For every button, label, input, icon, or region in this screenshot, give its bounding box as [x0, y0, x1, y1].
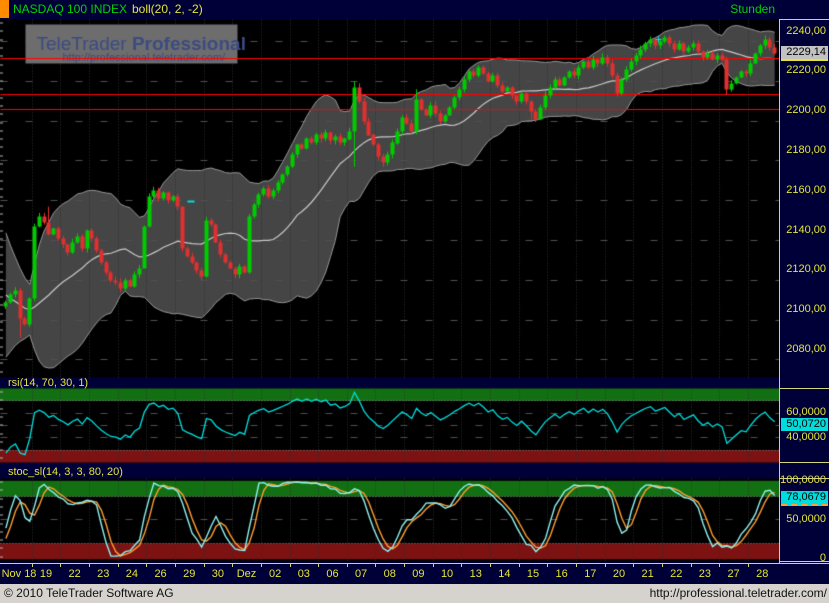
time-axis-tick	[318, 564, 319, 567]
study-label: boll(20, 2, -2)	[132, 2, 203, 16]
time-axis-tick	[118, 564, 119, 567]
time-axis-tick	[404, 564, 405, 567]
time-axis-tick	[375, 564, 376, 567]
symbol-name: NASDAQ 100 INDEX	[13, 2, 127, 16]
price-axis-label: 2100,00	[786, 303, 826, 316]
status-bar: © 2010 TeleTrader Software AG http://pro…	[0, 584, 829, 603]
time-axis-tick	[32, 564, 33, 567]
copyright-text: © 2010 TeleTrader Software AG	[4, 586, 174, 600]
status-url-text: http://professional.teletrader.com/	[650, 586, 827, 600]
time-axis-label: 26	[154, 568, 166, 580]
stoch-axis-label: 100,0000	[780, 474, 826, 487]
time-axis-label: 16	[556, 568, 568, 580]
rsi-axis-label: 60,0000	[786, 406, 826, 419]
price-axis-label: 2180,00	[786, 144, 826, 157]
time-axis-tick	[576, 564, 577, 567]
time-axis-label: 29	[183, 568, 195, 580]
last-price-label: 2229,14	[781, 46, 828, 61]
time-axis-label: 15	[527, 568, 539, 580]
price-axis-label: 2200,00	[786, 104, 826, 117]
price-axis-label: 2140,00	[786, 224, 826, 237]
instrument-icon	[0, 0, 9, 18]
stoch-value-label: 78,0679	[781, 491, 828, 506]
price-axis-label: 2080,00	[786, 343, 826, 356]
time-axis-label: 20	[613, 568, 625, 580]
time-axis-label: Nov 18	[2, 568, 37, 580]
chart-canvas[interactable]	[0, 19, 779, 563]
time-axis-tick	[89, 564, 90, 567]
time-axis-label: 17	[584, 568, 596, 580]
time-axis-tick	[175, 564, 176, 567]
time-axis-label: 27	[727, 568, 739, 580]
time-axis-label: 14	[498, 568, 510, 580]
time-axis-tick	[146, 564, 147, 567]
time-axis-tick	[204, 564, 205, 567]
time-axis-label: 19	[40, 568, 52, 580]
rsi-value-label: 50,0720	[781, 418, 828, 431]
time-axis-tick	[60, 564, 61, 567]
time-axis-tick	[290, 564, 291, 567]
time-axis-tick	[519, 564, 520, 567]
time-axis-label: 28	[756, 568, 768, 580]
axis-pane-separator	[780, 478, 829, 479]
price-axis-label: 2240,00	[786, 25, 826, 38]
axis-pane-separator	[780, 462, 829, 463]
teletrader-window: NASDAQ 100 INDEX boll(20, 2, -2) Stunden…	[0, 0, 829, 603]
rsi-axis-label: 40,0000	[786, 431, 826, 444]
price-axis-label: 2160,00	[786, 184, 826, 197]
axis-pane-separator	[780, 19, 829, 20]
time-axis-label: 07	[355, 568, 367, 580]
time-axis-label: 23	[97, 568, 109, 580]
timeframe-label: Stunden	[730, 2, 775, 16]
time-axis-tick	[605, 564, 606, 567]
time-axis-tick	[662, 564, 663, 567]
value-axis[interactable]: 2229,14 50,0720 78,0679 2240,00 2220,00 22…	[779, 19, 829, 563]
time-axis[interactable]: Nov 1819 22 23 24 26 29 30 Dez 02 03 06 07 08 09 10 13 1…	[0, 563, 829, 584]
time-axis-tick	[461, 564, 462, 567]
time-axis-label: 23	[699, 568, 711, 580]
stoch-panel-header: stoc_sl(14, 3, 3, 80, 20)	[0, 466, 779, 478]
time-axis-tick	[633, 564, 634, 567]
time-axis-label: 09	[412, 568, 424, 580]
time-axis-label: 08	[384, 568, 396, 580]
time-axis-tick	[347, 564, 348, 567]
time-axis-label: 24	[126, 568, 138, 580]
time-axis-label: 30	[212, 568, 224, 580]
time-axis-tick	[232, 564, 233, 567]
time-axis-tick	[719, 564, 720, 567]
axis-pane-separator	[780, 561, 829, 562]
time-axis-label: 10	[441, 568, 453, 580]
time-axis-tick	[433, 564, 434, 567]
time-axis-label: 22	[69, 568, 81, 580]
time-axis-tick	[261, 564, 262, 567]
stoch-axis-label: 50,0000	[786, 513, 826, 526]
axis-pane-separator	[780, 388, 829, 389]
time-axis-label: 13	[470, 568, 482, 580]
time-axis-label: 21	[642, 568, 654, 580]
rsi-panel-header: rsi(14, 70, 30, 1)	[0, 378, 779, 389]
time-axis-label: 02	[269, 568, 281, 580]
chart-title-bar: NASDAQ 100 INDEX boll(20, 2, -2) Stunden	[0, 0, 829, 19]
time-axis-tick	[547, 564, 548, 567]
price-axis-label: 2120,00	[786, 263, 826, 276]
time-axis-label: 03	[298, 568, 310, 580]
time-axis-label: 22	[670, 568, 682, 580]
time-axis-tick	[691, 564, 692, 567]
time-axis-tick	[490, 564, 491, 567]
time-axis-tick	[748, 564, 749, 567]
price-axis-label: 2220,00	[786, 64, 826, 77]
time-axis-label: Dez	[237, 568, 257, 580]
time-axis-label: 06	[326, 568, 338, 580]
